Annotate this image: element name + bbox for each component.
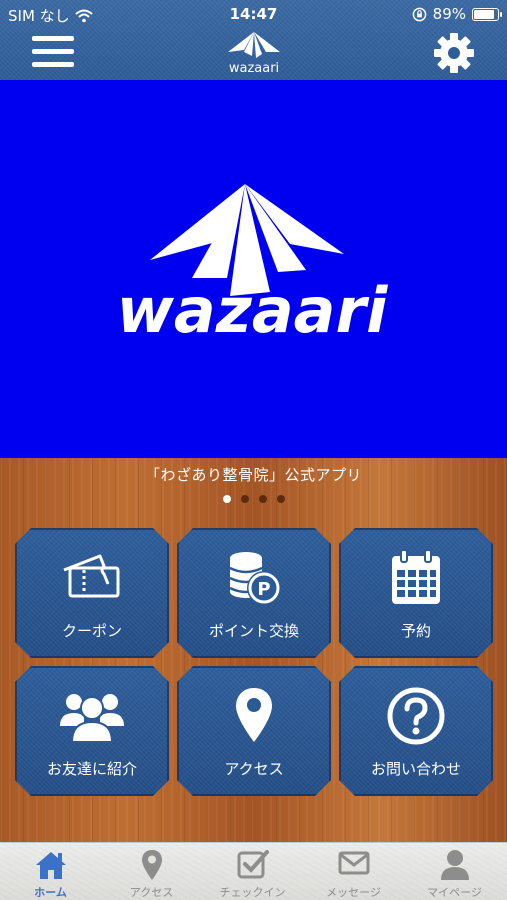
home-icon xyxy=(35,852,66,879)
tab-home[interactable]: ホーム xyxy=(0,843,101,900)
map-pin-icon xyxy=(141,850,162,880)
tab-message-label: メッセージ xyxy=(326,886,381,899)
reservation-button[interactable]: 予約 xyxy=(339,528,493,658)
carousel-dot-1[interactable] xyxy=(222,495,231,503)
header-logo: wazaari xyxy=(228,32,280,76)
hero-logo-text: wazaari xyxy=(117,274,388,347)
coins-point-icon: P xyxy=(229,552,281,605)
battery-icon xyxy=(472,7,502,21)
app-caption: 「わざあり整骨院」公式アプリ xyxy=(144,466,362,484)
carousel-dot-3[interactable] xyxy=(258,495,267,503)
hero-logo: wazaari xyxy=(117,184,388,347)
carousel-dot-2[interactable] xyxy=(240,495,249,503)
people-icon xyxy=(60,694,124,743)
tab-mypage[interactable]: マイページ xyxy=(404,843,505,900)
bottom-tab-bar: ホーム アクセス チェックイン メッセージ マイページ xyxy=(0,842,507,900)
status-bar: SIM なし 14:47 89% xyxy=(0,0,507,28)
user-icon xyxy=(440,850,469,880)
map-pin-icon xyxy=(236,688,272,742)
header-logo-text: wazaari xyxy=(229,61,279,76)
reservation-label: 予約 xyxy=(400,622,431,640)
tab-checkin[interactable]: チェックイン xyxy=(202,843,303,900)
calendar-icon xyxy=(392,549,440,604)
status-right: 89% xyxy=(412,5,502,23)
access-label: アクセス xyxy=(224,760,284,778)
coupon-button[interactable]: クーポン xyxy=(15,528,169,658)
app-header: SIM なし 14:47 89% wazaari xyxy=(0,0,507,80)
settings-gear-icon[interactable] xyxy=(433,32,475,74)
tab-access-label: アクセス xyxy=(129,886,174,899)
contact-button[interactable]: お問い合わせ xyxy=(339,666,493,796)
envelope-icon xyxy=(338,851,369,875)
svg-text:P: P xyxy=(257,579,270,600)
access-button[interactable]: アクセス xyxy=(177,666,331,796)
menu-button[interactable] xyxy=(32,36,74,70)
invite-friends-label: お友達に紹介 xyxy=(46,760,137,778)
tab-mypage-label: マイページ xyxy=(427,886,482,899)
ticket-icon xyxy=(63,554,120,598)
carousel-dots xyxy=(0,495,507,503)
tab-home-label: ホーム xyxy=(34,886,67,899)
tab-checkin-label: チェックイン xyxy=(219,886,286,899)
battery-percent: 89% xyxy=(432,5,466,23)
question-icon xyxy=(387,687,445,745)
checkin-icon xyxy=(237,850,269,879)
coupon-label: クーポン xyxy=(61,622,122,640)
carousel-dot-4[interactable] xyxy=(276,495,285,503)
tab-message[interactable]: メッセージ xyxy=(303,843,404,900)
tab-access[interactable]: アクセス xyxy=(101,843,202,900)
hero-banner[interactable]: wazaari xyxy=(0,80,507,458)
orientation-lock-icon xyxy=(412,7,426,21)
contact-label: お問い合わせ xyxy=(370,760,461,778)
point-exchange-button[interactable]: P ポイント交換 xyxy=(177,528,331,658)
point-exchange-label: ポイント交換 xyxy=(208,622,299,640)
invite-friends-button[interactable]: お友達に紹介 xyxy=(15,666,169,796)
